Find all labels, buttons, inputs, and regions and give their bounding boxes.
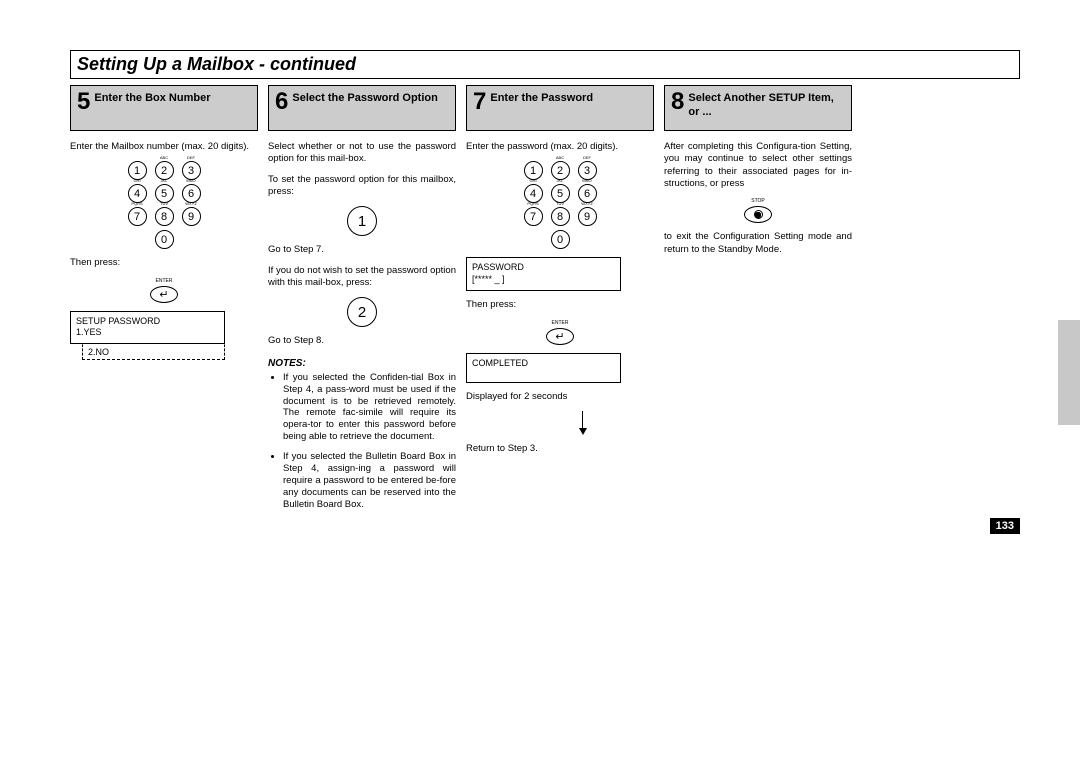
step-6-header: 6 Select the Password Option — [268, 85, 456, 131]
step-8-p2: to exit the Configuration Setting mode a… — [664, 231, 852, 256]
notes-heading: NOTES: — [268, 358, 456, 369]
step-7-then: Then press: — [466, 299, 654, 311]
display-password-setup: SETUP PASSWORD 1.YES — [70, 311, 225, 344]
arrow-down-icon — [511, 411, 654, 435]
step-8-num: 8 — [671, 90, 684, 114]
stop-icon — [744, 206, 772, 223]
page-title: Setting Up a Mailbox - continued — [77, 54, 356, 74]
page: Setting Up a Mailbox - continued 5 Enter… — [0, 0, 1080, 548]
step-8-p1: After completing this Configura-tion Set… — [664, 141, 852, 190]
key-0: 0 — [155, 230, 174, 249]
step-5-then: Then press: — [70, 257, 258, 269]
key-9: WXYZ9 — [182, 207, 201, 226]
display-password: PASSWORD [***** _ ] — [466, 257, 621, 291]
step-7-title: Enter the Password — [490, 90, 593, 106]
step-6-p1: Select whether or not to use the passwor… — [268, 141, 456, 166]
key-9: WXYZ9 — [578, 207, 597, 226]
step-6-num: 6 — [275, 90, 288, 114]
step-6-goto8: Go to Step 8. — [268, 335, 456, 347]
step-5-title: Enter the Box Number — [94, 90, 210, 106]
step-5-num: 5 — [77, 90, 90, 114]
enter-icon: ↵ — [150, 286, 178, 303]
enter-label: ENTER — [139, 278, 189, 284]
columns: 5 Enter the Box Number Enter the Mailbox… — [70, 85, 1020, 518]
step-6: 6 Select the Password Option Select whet… — [268, 85, 456, 518]
note-2: If you selected the Bulletin Board Box i… — [283, 451, 456, 510]
step-8-header: 8 Select Another SETUP Item, or ... — [664, 85, 852, 131]
step-8: 8 Select Another SETUP Item, or ... Afte… — [664, 85, 852, 518]
return-step: Return to Step 3. — [466, 443, 654, 455]
step-6-goto7: Go to Step 7. — [268, 244, 456, 256]
key-option-1: 1 — [347, 206, 377, 236]
enter-button-7: ENTER ↵ — [535, 320, 585, 345]
key-0: 0 — [551, 230, 570, 249]
key-8: TUV8 — [155, 207, 174, 226]
keypad: 1 ABC2 DEF3 GHI4 JKL5 MNO6 PQRS7 TUV8 WX… — [122, 161, 206, 249]
step-5-intro: Enter the Mailbox number (max. 20 digits… — [70, 141, 258, 153]
stop-button: STOP — [733, 198, 783, 223]
key-8: TUV8 — [551, 207, 570, 226]
enter-label: ENTER — [535, 320, 585, 326]
page-title-box: Setting Up a Mailbox - continued — [70, 50, 1020, 79]
notes-list: If you selected the Confiden-tial Box in… — [268, 372, 456, 511]
display-completed: COMPLETED — [466, 353, 621, 383]
step-8-title: Select Another SETUP Item, or ... — [688, 90, 845, 120]
step-6-title: Select the Password Option — [292, 90, 437, 106]
keypad-7: 1 ABC2 DEF3 GHI4 JKL5 MNO6 PQRS7 TUV8 WX… — [518, 161, 602, 249]
displayed-for: Displayed for 2 seconds — [466, 391, 654, 403]
step-7: 7 Enter the Password Enter the password … — [466, 85, 654, 518]
step-7-header: 7 Enter the Password — [466, 85, 654, 131]
key-7: PQRS7 — [128, 207, 147, 226]
step-6-p3: If you do not wish to set the password o… — [268, 265, 456, 290]
step-7-num: 7 — [473, 90, 486, 114]
step-5-header: 5 Enter the Box Number — [70, 85, 258, 131]
note-1: If you selected the Confiden-tial Box in… — [283, 372, 456, 443]
key-7: PQRS7 — [524, 207, 543, 226]
page-number: 133 — [990, 518, 1020, 534]
stop-label: STOP — [733, 198, 783, 204]
step-6-p2: To set the password option for this mail… — [268, 174, 456, 199]
enter-icon: ↵ — [546, 328, 574, 345]
step-5: 5 Enter the Box Number Enter the Mailbox… — [70, 85, 258, 518]
display-overflow: 2.NO — [82, 344, 225, 360]
enter-button: ENTER ↵ — [139, 278, 189, 303]
key-option-2: 2 — [347, 297, 377, 327]
step-7-intro: Enter the password (max. 20 digits). — [466, 141, 654, 153]
